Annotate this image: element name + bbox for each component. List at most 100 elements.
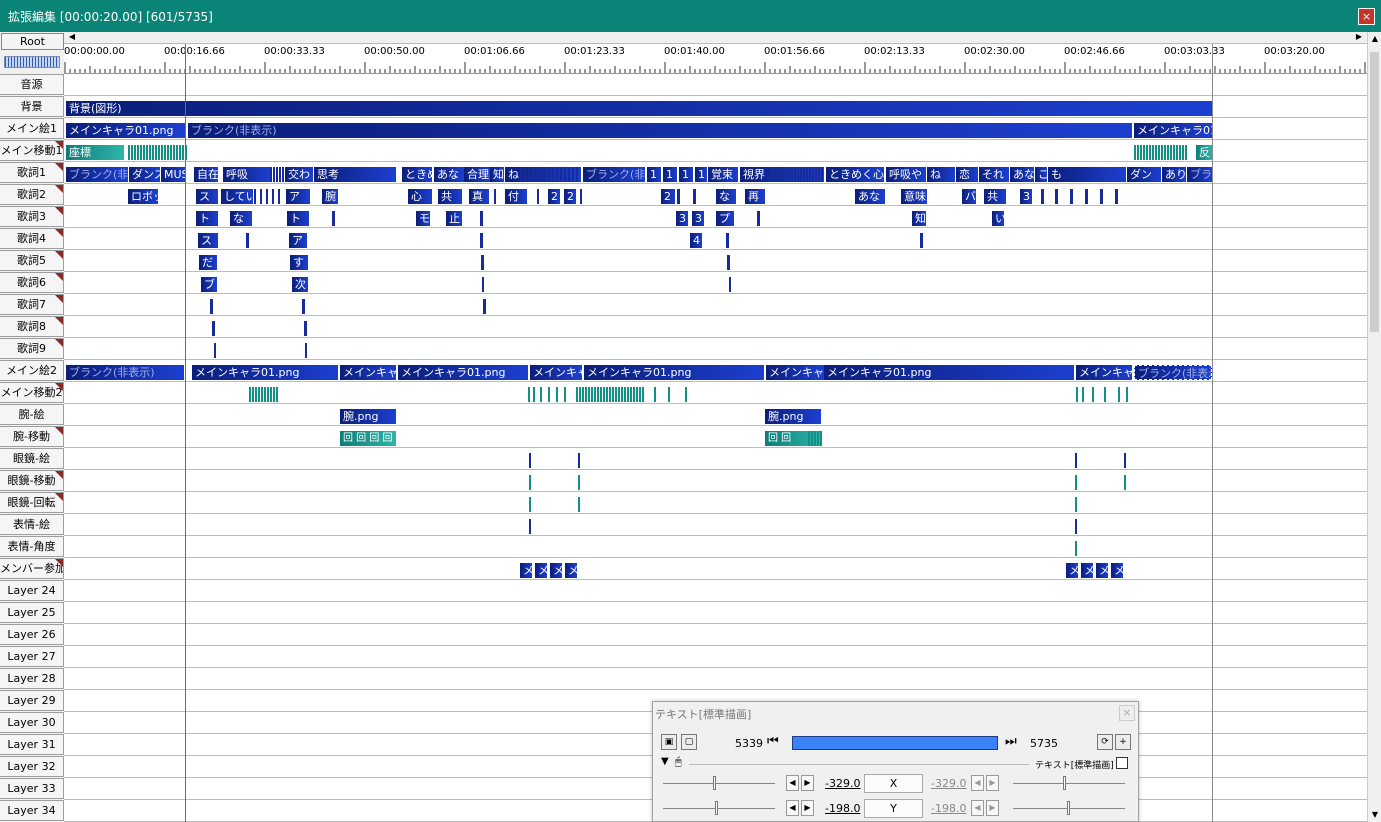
clip-mark[interactable] bbox=[776, 167, 778, 182]
clip-mark[interactable] bbox=[1155, 145, 1157, 160]
clip-mark[interactable] bbox=[173, 145, 175, 160]
clip-main2-g[interactable]: メインキャラ01.png bbox=[824, 365, 1074, 380]
clip-mark[interactable] bbox=[302, 299, 305, 314]
clip-mark[interactable] bbox=[1124, 475, 1126, 490]
clip-lyric1-1d[interactable]: 1 bbox=[695, 167, 707, 182]
clip-mark[interactable] bbox=[580, 189, 582, 204]
clip-mark[interactable] bbox=[615, 387, 617, 402]
clip-mark[interactable] bbox=[591, 387, 593, 402]
clip-mark[interactable] bbox=[272, 189, 274, 204]
clip-member[interactable]: メ bbox=[1111, 563, 1123, 578]
clip-mark[interactable] bbox=[260, 189, 262, 204]
clip-main2-b[interactable]: メインキャラ bbox=[340, 365, 396, 380]
clip-main2-a[interactable]: メインキャラ01.png bbox=[192, 365, 338, 380]
x-end-dec-icon[interactable]: ◀ bbox=[971, 775, 984, 791]
clip-mark[interactable] bbox=[693, 189, 696, 204]
layer-header[interactable]: Layer 32 bbox=[0, 756, 64, 777]
x-start-inc-icon[interactable]: ▶ bbox=[801, 775, 814, 791]
clip-mark[interactable] bbox=[276, 167, 278, 182]
clip-mark[interactable] bbox=[1149, 145, 1151, 160]
clip-mark[interactable] bbox=[529, 475, 531, 490]
clip-mark[interactable] bbox=[782, 167, 784, 182]
clip-mark[interactable] bbox=[1140, 145, 1142, 160]
clip-mark[interactable] bbox=[529, 497, 531, 512]
clip-mark[interactable] bbox=[214, 343, 216, 358]
clip-main2-d[interactable]: メインキャ bbox=[530, 365, 582, 380]
layer-header[interactable]: 歌詞7 bbox=[0, 294, 64, 315]
clip-lyric2-kokoro[interactable]: 心 bbox=[408, 189, 432, 204]
layer-track[interactable] bbox=[64, 536, 1367, 558]
clip-lyric1-ana[interactable]: あな bbox=[434, 167, 464, 182]
clip-mark[interactable] bbox=[282, 167, 284, 182]
clip-member[interactable]: メ bbox=[1081, 563, 1093, 578]
clip-lyric2-shite[interactable]: してい bbox=[221, 189, 253, 204]
layer-header[interactable]: Layer 24 bbox=[0, 580, 64, 601]
clip-mark[interactable] bbox=[729, 277, 731, 292]
clip-mark[interactable] bbox=[627, 387, 629, 402]
clip-mark[interactable] bbox=[1143, 145, 1145, 160]
clip-mark[interactable] bbox=[685, 387, 687, 402]
clip-mark[interactable] bbox=[540, 167, 542, 182]
layer-header[interactable]: 歌詞4 bbox=[0, 228, 64, 249]
clip-mark[interactable] bbox=[1137, 145, 1139, 160]
camera-icon[interactable]: ▣ bbox=[661, 734, 677, 750]
layer-header[interactable]: 眼鏡-回転 bbox=[0, 492, 64, 513]
clip-mark[interactable] bbox=[1118, 387, 1120, 402]
clip-lyric1-tokime[interactable]: ときめ bbox=[402, 167, 432, 182]
clip-member[interactable]: メ bbox=[565, 563, 577, 578]
clip-mark[interactable] bbox=[1173, 145, 1175, 160]
clip-lyric2-kyo2[interactable]: 共 bbox=[984, 189, 1006, 204]
clip-mark[interactable] bbox=[612, 387, 614, 402]
clip-mark[interactable] bbox=[1082, 387, 1084, 402]
clip-mark[interactable] bbox=[1104, 387, 1106, 402]
clip-mark[interactable] bbox=[1115, 189, 1118, 204]
clip-mark[interactable] bbox=[258, 387, 260, 402]
time-ruler[interactable]: 00:00:00.00 00:00:16.66 00:00:33.33 00:00:5… bbox=[64, 44, 1367, 74]
clip-mark[interactable] bbox=[636, 387, 638, 402]
clip-lyric3-to2[interactable]: ト bbox=[287, 211, 309, 226]
x-param-button[interactable]: X bbox=[864, 774, 923, 793]
clip-mark[interactable] bbox=[594, 387, 596, 402]
layer-track[interactable] bbox=[64, 668, 1367, 690]
layer-header[interactable]: Layer 26 bbox=[0, 624, 64, 645]
y-start-knob[interactable] bbox=[715, 801, 718, 815]
clip-mark[interactable] bbox=[267, 387, 269, 402]
clip-mark[interactable] bbox=[261, 387, 263, 402]
clip-main1-b[interactable]: メインキャラ01.p bbox=[1134, 123, 1212, 138]
clip-mark[interactable] bbox=[821, 167, 823, 182]
scroll-thumb[interactable] bbox=[1370, 52, 1379, 332]
clip-mark[interactable] bbox=[176, 145, 178, 160]
playhead-cursor[interactable] bbox=[185, 44, 186, 822]
clip-lyric4-a[interactable]: ア bbox=[289, 233, 307, 248]
clip-mark[interactable] bbox=[152, 145, 154, 160]
clip-mark[interactable] bbox=[137, 145, 139, 160]
clip-mark[interactable] bbox=[621, 387, 623, 402]
layer-track[interactable] bbox=[64, 294, 1367, 316]
clip-lyric5-da[interactable]: だ bbox=[199, 255, 217, 270]
clip-mark[interactable] bbox=[576, 167, 578, 182]
clip-mark[interactable] bbox=[630, 387, 632, 402]
y-end-knob[interactable] bbox=[1067, 801, 1070, 815]
clip-lyric1-1b[interactable]: 1 bbox=[663, 167, 677, 182]
object-enable-checkbox[interactable] bbox=[1116, 757, 1128, 769]
clip-mark[interactable] bbox=[588, 387, 590, 402]
clip-lyric5-su[interactable]: す bbox=[290, 255, 308, 270]
layer-header[interactable]: 表情-角度 bbox=[0, 536, 64, 557]
jump-end-icon[interactable]: ⏭ bbox=[1005, 734, 1017, 749]
scroll-up-icon[interactable]: ▲ bbox=[1368, 32, 1381, 46]
layer-track[interactable] bbox=[64, 74, 1367, 96]
clip-arm-b[interactable]: 腕.png bbox=[765, 409, 821, 424]
y-param-button[interactable]: Y bbox=[864, 799, 923, 818]
clip-lyric1-dan[interactable]: ダン bbox=[1127, 167, 1161, 182]
clip-mark[interactable] bbox=[791, 167, 793, 182]
layer-track[interactable] bbox=[64, 404, 1367, 426]
clip-lyric3-jou[interactable]: 止 bbox=[446, 211, 462, 226]
clip-lyric4-su[interactable]: ス bbox=[198, 233, 218, 248]
clip-mark[interactable] bbox=[1161, 145, 1163, 160]
clip-mark[interactable] bbox=[820, 431, 822, 446]
clip-mark[interactable] bbox=[529, 453, 531, 468]
clip-mark[interactable] bbox=[182, 145, 184, 160]
clip-mark[interactable] bbox=[548, 387, 550, 402]
clip-mark[interactable] bbox=[249, 387, 251, 402]
clip-lyric1-blank1[interactable]: ブランク(非表 bbox=[66, 167, 128, 182]
